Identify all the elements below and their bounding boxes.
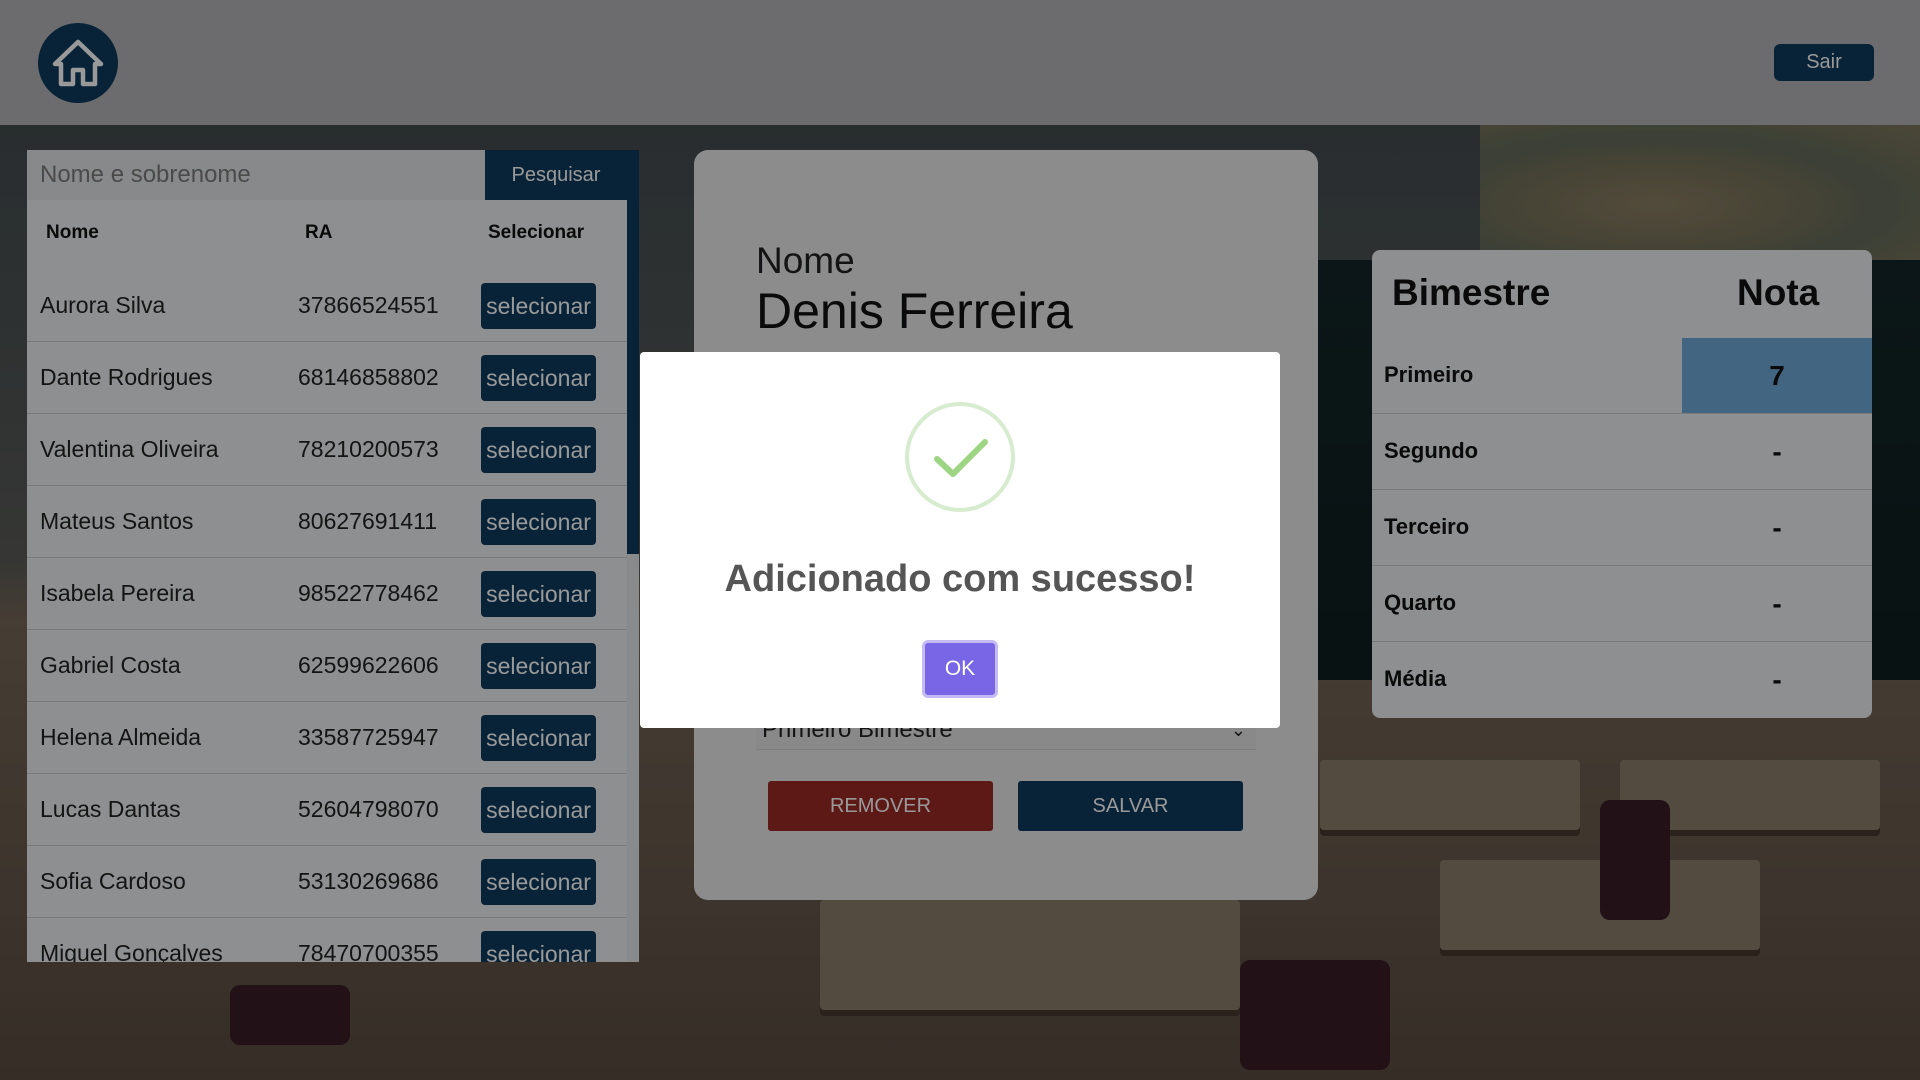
check-icon <box>934 439 988 477</box>
success-dialog: Adicionado com sucesso! OK <box>640 352 1280 728</box>
dialog-message: Adicionado com sucesso! <box>724 558 1196 600</box>
success-icon-circle <box>905 402 1015 512</box>
ok-button[interactable]: OK <box>922 640 998 698</box>
